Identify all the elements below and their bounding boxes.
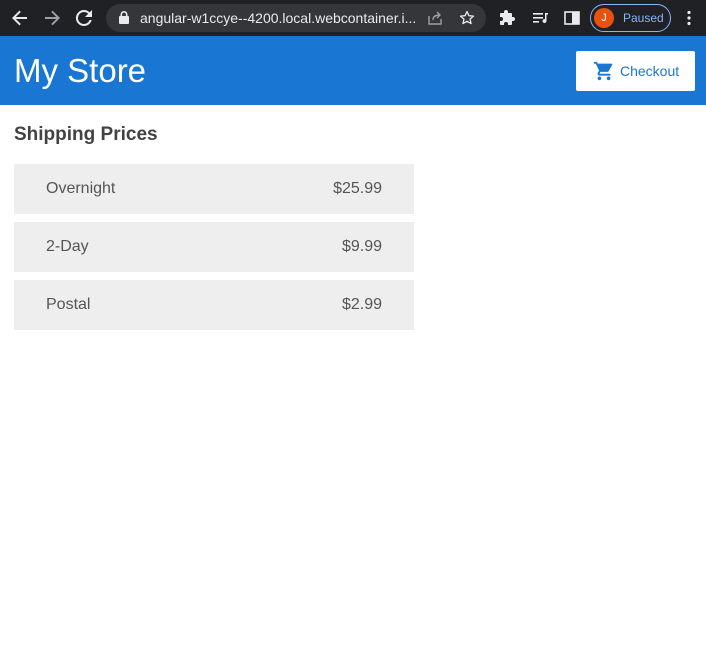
profile-button[interactable]: J Paused: [590, 4, 671, 32]
shipping-price: $9.99: [341, 238, 382, 255]
reload-icon[interactable]: [73, 7, 95, 29]
url-text: angular-w1ccye--4200.local.webcontainer.…: [140, 10, 417, 26]
media-control-icon[interactable]: [529, 7, 551, 29]
shipping-price: $25.99: [333, 180, 382, 197]
back-icon[interactable]: [9, 7, 31, 29]
checkout-label: Checkout: [620, 63, 680, 79]
address-bar[interactable]: angular-w1ccye--4200.local.webcontainer.…: [106, 4, 486, 32]
share-icon[interactable]: [427, 10, 443, 31]
lock-icon: [119, 11, 129, 29]
app-top-bar: My Store Checkout: [0, 36, 706, 105]
shipping-option-row: Overnight $25.99: [14, 164, 414, 214]
browser-toolbar: angular-w1ccye--4200.local.webcontainer.…: [0, 0, 706, 36]
side-panel-icon[interactable]: [561, 7, 583, 29]
checkout-button[interactable]: Checkout: [576, 51, 695, 91]
shipping-option-row: Postal $2.99: [14, 280, 414, 330]
shipping-type: Postal: [46, 296, 91, 313]
store-title-link[interactable]: My Store: [14, 53, 146, 89]
more-menu-icon[interactable]: [678, 7, 700, 29]
profile-status: Paused: [623, 11, 664, 25]
page-heading: Shipping Prices: [14, 124, 158, 145]
extensions-icon[interactable]: [497, 7, 519, 29]
shipping-type: 2-Day: [46, 238, 89, 255]
shipping-option-row: 2-Day $9.99: [14, 222, 414, 272]
bookmark-star-icon[interactable]: [459, 10, 475, 31]
avatar: J: [594, 8, 614, 28]
shopping-cart-icon: [593, 60, 615, 85]
shipping-type: Overnight: [46, 180, 116, 197]
shipping-price: $2.99: [341, 296, 382, 313]
forward-icon[interactable]: [41, 7, 63, 29]
